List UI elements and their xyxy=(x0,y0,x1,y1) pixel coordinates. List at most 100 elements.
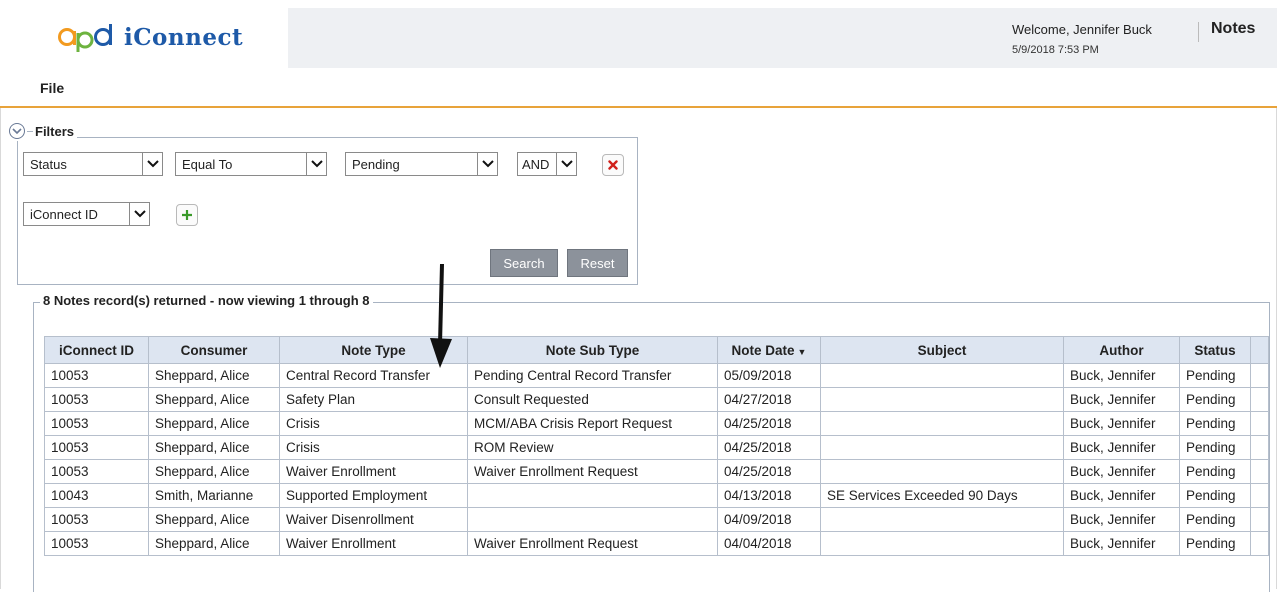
cell-author: Buck, Jennifer xyxy=(1063,387,1180,412)
sort-descending-icon: ▼ xyxy=(797,346,807,357)
chevron-down-icon xyxy=(306,153,326,175)
welcome-text: Welcome, Jennifer Buck xyxy=(1012,22,1152,37)
table-row[interactable]: 10053 Sheppard, Alice Waiver Enrollment Wai… xyxy=(44,531,1269,556)
remove-filter-button[interactable] xyxy=(602,154,624,176)
cell-filler xyxy=(1250,363,1269,388)
add-plus-icon xyxy=(182,210,192,220)
col-header-consumer[interactable]: Consumer xyxy=(148,336,280,364)
cell-subject xyxy=(820,411,1064,436)
cell-note-sub-type xyxy=(467,507,718,532)
header-band xyxy=(288,8,1277,68)
cell-subject xyxy=(820,363,1064,388)
cell-filler xyxy=(1250,459,1269,484)
col-header-status[interactable]: Status xyxy=(1179,336,1251,364)
col-header-note-sub-type[interactable]: Note Sub Type xyxy=(467,336,718,364)
filter-conjunction-select[interactable]: AND xyxy=(517,152,577,176)
table-row[interactable]: 10053 Sheppard, Alice Crisis ROM Review 04/2… xyxy=(44,435,1269,460)
cell-consumer: Sheppard, Alice xyxy=(148,411,280,436)
cell-consumer: Sheppard, Alice xyxy=(148,507,280,532)
cell-iconnect-id: 10053 xyxy=(44,531,149,556)
cell-author: Buck, Jennifer xyxy=(1063,411,1180,436)
app-header: iConnect Welcome, Jennifer Buck 5/9/2018… xyxy=(0,0,1277,70)
cell-filler xyxy=(1250,531,1269,556)
cell-subject xyxy=(820,507,1064,532)
filter-value-select[interactable]: Pending xyxy=(345,152,498,176)
table-row[interactable]: 10043 Smith, Marianne Supported Employment… xyxy=(44,483,1269,508)
cell-note-date: 04/04/2018 xyxy=(717,531,821,556)
cell-subject xyxy=(820,435,1064,460)
cell-consumer: Smith, Marianne xyxy=(148,483,280,508)
col-header-note-type[interactable]: Note Type xyxy=(279,336,468,364)
cell-note-type: Crisis xyxy=(279,411,468,436)
cell-subject xyxy=(820,459,1064,484)
cell-iconnect-id: 10053 xyxy=(44,507,149,532)
cell-note-date: 04/25/2018 xyxy=(717,435,821,460)
chevron-down-circle-icon[interactable] xyxy=(9,123,25,139)
cell-note-date: 05/09/2018 xyxy=(717,363,821,388)
cell-filler xyxy=(1250,435,1269,460)
cell-note-sub-type: Waiver Enrollment Request xyxy=(467,531,718,556)
table-row[interactable]: 10053 Sheppard, Alice Central Record Trans… xyxy=(44,363,1269,388)
cell-note-type: Waiver Disenrollment xyxy=(279,507,468,532)
cell-iconnect-id: 10053 xyxy=(44,411,149,436)
cell-status: Pending xyxy=(1179,363,1251,388)
add-filter-button[interactable] xyxy=(176,204,198,226)
cell-note-date: 04/25/2018 xyxy=(717,411,821,436)
cell-author: Buck, Jennifer xyxy=(1063,483,1180,508)
cell-consumer: Sheppard, Alice xyxy=(148,459,280,484)
module-title: Notes xyxy=(1211,20,1256,37)
cell-consumer: Sheppard, Alice xyxy=(148,531,280,556)
cell-note-date: 04/09/2018 xyxy=(717,507,821,532)
filter-operator-value: Equal To xyxy=(182,156,233,172)
table-row[interactable]: 10053 Sheppard, Alice Crisis MCM/ABA Crisis… xyxy=(44,411,1269,436)
cell-subject xyxy=(820,531,1064,556)
table-row[interactable]: 10053 Sheppard, Alice Waiver Enrollment Wai… xyxy=(44,459,1269,484)
cell-consumer: Sheppard, Alice xyxy=(148,363,280,388)
menu-file[interactable]: File xyxy=(40,80,64,96)
cell-iconnect-id: 10053 xyxy=(44,363,149,388)
filter-conjunction-value: AND xyxy=(522,156,550,172)
filter-field-value-2: iConnect ID xyxy=(30,206,98,222)
cell-note-type: Crisis xyxy=(279,435,468,460)
table-row[interactable]: 10053 Sheppard, Alice Waiver Disenrollment… xyxy=(44,507,1269,532)
cell-consumer: Sheppard, Alice xyxy=(148,435,280,460)
cell-note-date: 04/13/2018 xyxy=(717,483,821,508)
cell-filler xyxy=(1250,411,1269,436)
filter-field-select-2[interactable]: iConnect ID xyxy=(23,202,150,226)
chevron-down-icon xyxy=(477,153,497,175)
cell-status: Pending xyxy=(1179,435,1251,460)
cell-note-sub-type: Consult Requested xyxy=(467,387,718,412)
cell-subject xyxy=(820,387,1064,412)
col-header-note-date[interactable]: Note Date ▼ xyxy=(717,336,821,364)
col-header-note-date-label: Note Date xyxy=(731,342,795,358)
filters-legend: Filters xyxy=(9,121,78,141)
session-datetime: 5/9/2018 7:53 PM xyxy=(1012,44,1099,56)
filter-operator-select[interactable]: Equal To xyxy=(175,152,327,176)
cell-filler xyxy=(1250,483,1269,508)
cell-note-sub-type xyxy=(467,483,718,508)
results-summary: 8 Notes record(s) returned - now viewing… xyxy=(40,293,373,308)
reset-button[interactable]: Reset xyxy=(567,249,628,277)
col-header-iconnect-id[interactable]: iConnect ID xyxy=(44,336,149,364)
table-row[interactable]: 10053 Sheppard, Alice Safety Plan Consult R… xyxy=(44,387,1269,412)
cell-filler xyxy=(1250,507,1269,532)
chevron-down-icon xyxy=(142,153,162,175)
logo-text: iConnect xyxy=(124,23,244,51)
col-header-author[interactable]: Author xyxy=(1063,336,1180,364)
table-header-row: iConnect ID Consumer Note Type Note Sub … xyxy=(44,336,1269,364)
cell-note-type: Supported Employment xyxy=(279,483,468,508)
cell-iconnect-id: 10053 xyxy=(44,435,149,460)
table-body: 10053 Sheppard, Alice Central Record Trans… xyxy=(44,363,1269,556)
cell-note-type: Safety Plan xyxy=(279,387,468,412)
col-header-subject[interactable]: Subject xyxy=(820,336,1064,364)
cell-iconnect-id: 10043 xyxy=(44,483,149,508)
cell-filler xyxy=(1250,387,1269,412)
cell-consumer: Sheppard, Alice xyxy=(148,387,280,412)
cell-note-sub-type: ROM Review xyxy=(467,435,718,460)
search-button[interactable]: Search xyxy=(490,249,558,277)
col-header-filler xyxy=(1250,336,1269,364)
filter-field-select[interactable]: Status xyxy=(23,152,163,176)
cell-author: Buck, Jennifer xyxy=(1063,459,1180,484)
cell-iconnect-id: 10053 xyxy=(44,387,149,412)
filter-field-value: Status xyxy=(30,156,67,172)
